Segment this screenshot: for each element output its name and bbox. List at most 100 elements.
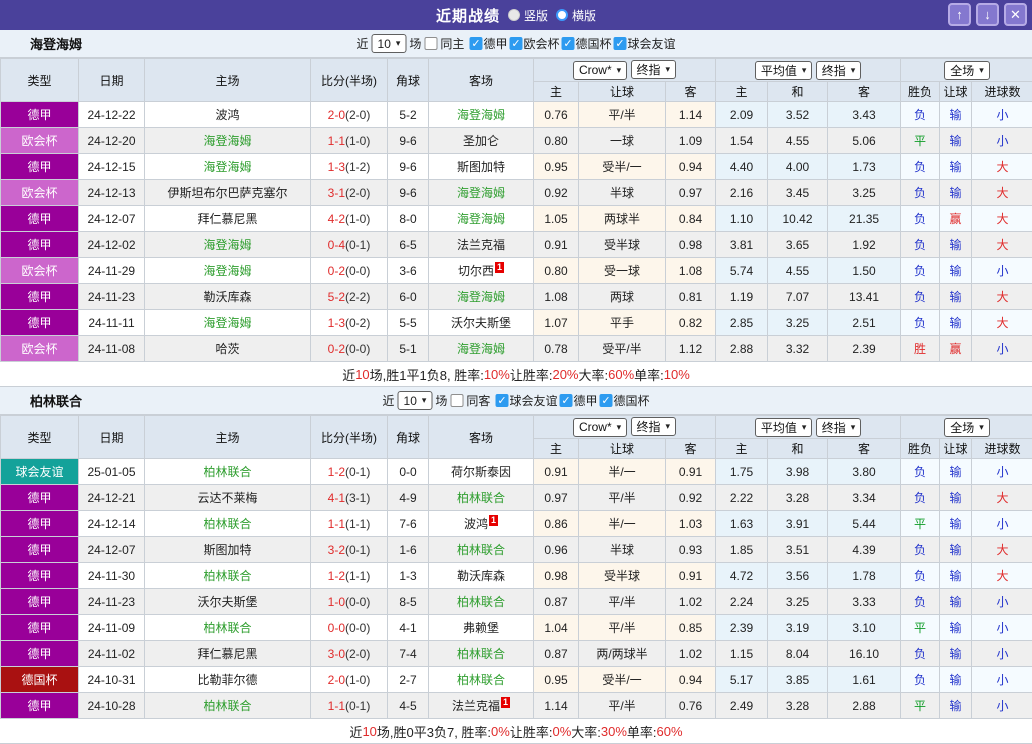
odds-cell: 平/半	[579, 615, 666, 641]
league-cell: 德甲	[1, 310, 79, 336]
odds-cell: 0.91	[534, 232, 579, 258]
league-filter-球会友谊: ✓球会友谊	[613, 35, 675, 52]
score-cell: 0-2(0-0)	[311, 258, 388, 284]
halftime-score: (2-0)	[345, 108, 370, 122]
games-count-select-1[interactable]: 10 ▾	[398, 391, 433, 410]
odds-cell: 3.28	[768, 693, 828, 719]
fulltime-select[interactable]: 全场▾	[944, 61, 990, 80]
league-checkbox[interactable]: ✓	[559, 394, 572, 407]
halftime-score: (0-0)	[345, 342, 370, 356]
result-cell: 输	[940, 641, 972, 667]
odds-cell: 1.61	[828, 667, 901, 693]
odds-time-select[interactable]: 终指▾	[631, 60, 677, 79]
halftime-score: (2-2)	[345, 290, 370, 304]
result-value: 输	[950, 134, 962, 148]
average-select[interactable]: 平均值▾	[755, 418, 813, 437]
home-team-cell: 哈茨	[145, 336, 311, 362]
home-team-cell: 海登海姆	[145, 310, 311, 336]
bookmaker-select[interactable]: Crow*▾	[573, 61, 627, 80]
result-cell: 负	[901, 310, 940, 336]
close-button[interactable]: ✕	[1004, 3, 1027, 26]
same-venue-checkbox-0[interactable]	[424, 37, 437, 50]
result-cell: 负	[901, 485, 940, 511]
odds-cell: 0.97	[666, 180, 716, 206]
average-time-select[interactable]: 终指▾	[816, 61, 862, 80]
away-team-name: 柏林联合	[457, 595, 505, 609]
corner-cell: 6-5	[388, 232, 429, 258]
odds-cell: 2.51	[828, 310, 901, 336]
match-row: 德甲24-12-15海登海姆1-3(1-2)9-6斯图加特0.95受半/一0.9…	[1, 154, 1032, 180]
date-cell: 24-11-29	[79, 258, 145, 284]
col-score: 比分(半场)	[311, 59, 388, 102]
average-select[interactable]: 平均值▾	[755, 61, 813, 80]
average-time-select[interactable]: 终指▾	[816, 418, 862, 437]
layout-radio-horizontal[interactable]: 横版	[556, 7, 596, 24]
league-filter-label: 德甲	[483, 35, 507, 52]
odds-cell: 0.91	[666, 459, 716, 485]
league-checkbox[interactable]: ✓	[599, 394, 612, 407]
result-cell: 负	[901, 232, 940, 258]
home-team-cell: 海登海姆	[145, 128, 311, 154]
summary-segment: 30%	[601, 724, 627, 739]
same-venue-checkbox-1[interactable]	[450, 394, 463, 407]
date-cell: 24-12-20	[79, 128, 145, 154]
fulltime-select[interactable]: 全场▾	[944, 418, 990, 437]
league-checkbox[interactable]: ✓	[509, 37, 522, 50]
league-cell: 德甲	[1, 563, 79, 589]
move-down-button[interactable]: ↓	[976, 3, 999, 26]
sub-away-odds: 客	[666, 439, 716, 459]
result-cell: 大	[972, 310, 1032, 336]
result-value: 负	[914, 465, 926, 479]
away-team-cell: 柏林联合	[429, 537, 534, 563]
league-checkbox[interactable]: ✓	[613, 37, 626, 50]
match-row: 德甲24-11-09柏林联合0-0(0-0)4-1弗赖堡1.04平/半0.852…	[1, 615, 1032, 641]
odds-cell: 1.92	[828, 232, 901, 258]
result-value: 负	[914, 673, 926, 687]
odds-cell: 0.91	[666, 563, 716, 589]
result-cell: 输	[940, 459, 972, 485]
halftime-score: (0-0)	[345, 264, 370, 278]
odds-cell: 3.43	[828, 102, 901, 128]
radio-vertical-icon[interactable]	[508, 9, 520, 21]
date-cell: 24-12-22	[79, 102, 145, 128]
odds-cell: 3.34	[828, 485, 901, 511]
home-team-name: 波鸿	[215, 108, 239, 122]
chevron-down-icon: ▾	[802, 422, 807, 433]
layout-radio-vertical[interactable]: 竖版	[508, 7, 548, 24]
home-team-cell: 比勒菲尔德	[145, 667, 311, 693]
result-value: 负	[914, 316, 926, 330]
odds-cell: 3.25	[768, 310, 828, 336]
sub-avg-draw: 和	[768, 82, 828, 102]
away-team-name: 柏林联合	[457, 673, 505, 687]
result-cell: 大	[972, 485, 1032, 511]
date-cell: 24-12-15	[79, 154, 145, 180]
league-checkbox[interactable]: ✓	[561, 37, 574, 50]
result-cell: 小	[972, 102, 1032, 128]
fulltime-score: 3-1	[328, 186, 345, 200]
odds-cell: 两球	[579, 284, 666, 310]
result-value: 输	[950, 465, 962, 479]
odds-cell: 0.91	[534, 459, 579, 485]
move-up-button[interactable]: ↑	[948, 3, 971, 26]
result-value: 负	[914, 290, 926, 304]
odds-cell: 3.19	[768, 615, 828, 641]
halftime-score: (2-0)	[345, 647, 370, 661]
chevron-down-icon: ▾	[396, 38, 401, 49]
bookmaker-select[interactable]: Crow*▾	[573, 418, 627, 437]
result-cell: 负	[901, 154, 940, 180]
away-team-name: 荷尔斯泰因	[451, 465, 511, 479]
radio-horizontal-icon[interactable]	[556, 9, 568, 21]
match-row: 德国杯24-10-31比勒菲尔德2-0(1-0)2-7柏林联合0.95受半/一0…	[1, 667, 1032, 693]
odds-cell: 4.00	[768, 154, 828, 180]
league-cell: 德甲	[1, 485, 79, 511]
corner-cell: 4-9	[388, 485, 429, 511]
league-checkbox[interactable]: ✓	[469, 37, 482, 50]
match-row: 欧会杯24-11-29海登海姆0-2(0-0)3-6切尔西10.80受一球1.0…	[1, 258, 1032, 284]
odds-time-select[interactable]: 终指▾	[631, 417, 677, 436]
league-checkbox[interactable]: ✓	[495, 394, 508, 407]
home-team-cell: 柏林联合	[145, 615, 311, 641]
date-cell: 24-10-28	[79, 693, 145, 719]
result-value: 小	[997, 699, 1009, 713]
sub-avg-home: 主	[716, 439, 768, 459]
games-count-select-0[interactable]: 10 ▾	[372, 34, 407, 53]
